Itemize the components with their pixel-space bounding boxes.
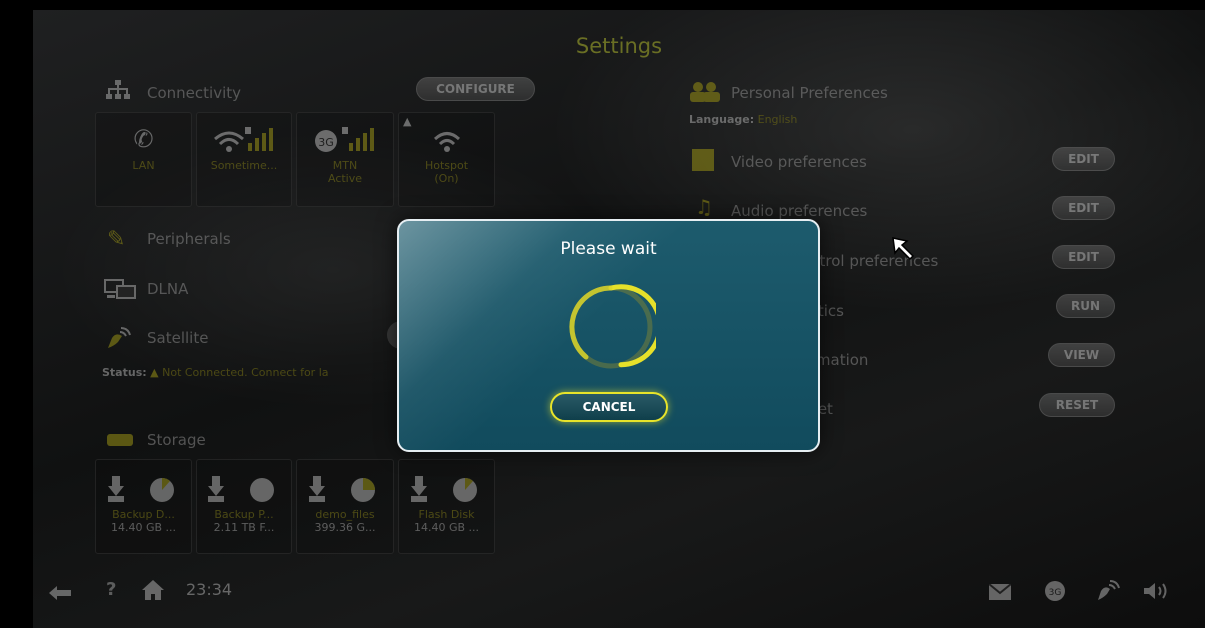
control-edit-button[interactable]: EDIT <box>1052 245 1115 269</box>
music-icon: ♫ <box>695 195 713 219</box>
peripheral-icon: ✎ <box>107 227 126 252</box>
storage-item-name: Backup P... <box>214 508 274 521</box>
storage-item-name: demo_files <box>315 508 375 521</box>
dialog-title: Please wait <box>560 239 657 259</box>
back-icon[interactable] <box>49 581 71 605</box>
mouse-cursor <box>891 236 917 266</box>
cancel-button[interactable]: CANCEL <box>550 392 668 422</box>
3g-status-icon[interactable]: 3G <box>1044 580 1066 606</box>
loading-spinner <box>566 282 663 376</box>
audio-preferences-label: Audio preferences <box>731 202 868 220</box>
hotspot-tile[interactable]: ▲ Hotspot (On) <box>398 112 495 207</box>
satellite-status-icon[interactable] <box>1096 580 1120 606</box>
audio-edit-button[interactable]: EDIT <box>1052 196 1115 220</box>
peripherals-label[interactable]: Peripherals <box>147 230 231 248</box>
tile-label: Hotspot <box>424 159 469 172</box>
storage-item-name: Flash Disk <box>418 508 475 521</box>
storage-item-icons <box>96 474 191 508</box>
dlna-icon <box>104 278 136 305</box>
settings-screen: Settings Connectivity CONFIGURE ✆ LAN So… <box>33 10 1205 628</box>
storage-item-size: 399.36 G... <box>314 521 376 534</box>
control-preferences-label: ntrol preferences <box>810 252 939 270</box>
storage-icon <box>107 434 133 446</box>
reset-button[interactable]: RESET <box>1039 393 1115 417</box>
video-preferences-label: Video preferences <box>731 153 867 171</box>
home-icon[interactable] <box>142 580 164 605</box>
lan-icon: ✆ <box>133 125 154 153</box>
3g-icon: 3G <box>297 125 393 155</box>
film-icon <box>692 149 714 171</box>
information-view-button[interactable]: VIEW <box>1048 343 1115 367</box>
preferences-label: Personal Preferences <box>731 84 888 102</box>
tile-label: MTN <box>332 159 358 172</box>
hotspot-icon <box>399 125 494 155</box>
status-label: Status: <box>102 366 147 379</box>
tile-label: Sometime... <box>210 159 278 172</box>
please-wait-dialog: Please wait CANCEL <box>397 219 820 452</box>
help-icon[interactable]: ? <box>106 579 116 600</box>
people-icon <box>689 82 721 106</box>
language-label: Language: <box>689 113 755 126</box>
storage-item-size: 14.40 GB ... <box>110 521 177 534</box>
diagnostics-run-button[interactable]: RUN <box>1056 294 1115 318</box>
storage-label: Storage <box>147 431 206 449</box>
storage-item-name: Backup D... <box>112 508 175 521</box>
language-setting[interactable]: Language: English <box>689 113 797 126</box>
satellite-status: Status: ▲ Not Connected. Connect for la <box>102 366 329 379</box>
status-text: Not Connected. Connect for la <box>162 366 329 379</box>
network-icon <box>106 80 130 105</box>
storage-item-icons <box>399 474 494 508</box>
connectivity-label: Connectivity <box>147 84 241 102</box>
storage-item[interactable]: Backup P... 2.11 TB F... <box>196 459 292 554</box>
configure-button[interactable]: CONFIGURE <box>416 77 535 101</box>
wifi-tile[interactable]: Sometime... <box>196 112 292 207</box>
lan-tile[interactable]: ✆ LAN <box>95 112 192 207</box>
page-title: Settings <box>575 34 663 58</box>
satellite-icon <box>106 326 132 355</box>
storage-item-size: 14.40 GB ... <box>413 521 480 534</box>
warning-icon: ▲ <box>403 115 412 128</box>
tile-status: (On) <box>434 172 459 185</box>
satellite-label[interactable]: Satellite <box>147 329 208 347</box>
volume-icon[interactable] <box>1144 582 1170 604</box>
clock: 23:34 <box>186 580 233 599</box>
storage-item-icons <box>197 474 291 508</box>
svg-text:3G: 3G <box>318 136 334 149</box>
dlna-label[interactable]: DLNA <box>147 280 188 298</box>
storage-item[interactable]: Flash Disk 14.40 GB ... <box>398 459 495 554</box>
storage-item-icons <box>297 474 393 508</box>
tile-label: LAN <box>132 159 155 172</box>
svg-text:3G: 3G <box>1049 588 1062 598</box>
tile-status: Active <box>327 172 363 185</box>
mobile-tile[interactable]: 3G MTN Active <box>296 112 394 207</box>
storage-item-size: 2.11 TB F... <box>213 521 275 534</box>
mail-icon[interactable] <box>988 583 1012 604</box>
language-value: English <box>757 113 798 126</box>
storage-item[interactable]: Backup D... 14.40 GB ... <box>95 459 192 554</box>
wifi-icon <box>197 125 291 155</box>
storage-item[interactable]: demo_files 399.36 G... <box>296 459 394 554</box>
video-edit-button[interactable]: EDIT <box>1052 147 1115 171</box>
warning-icon: ▲ <box>150 366 159 379</box>
